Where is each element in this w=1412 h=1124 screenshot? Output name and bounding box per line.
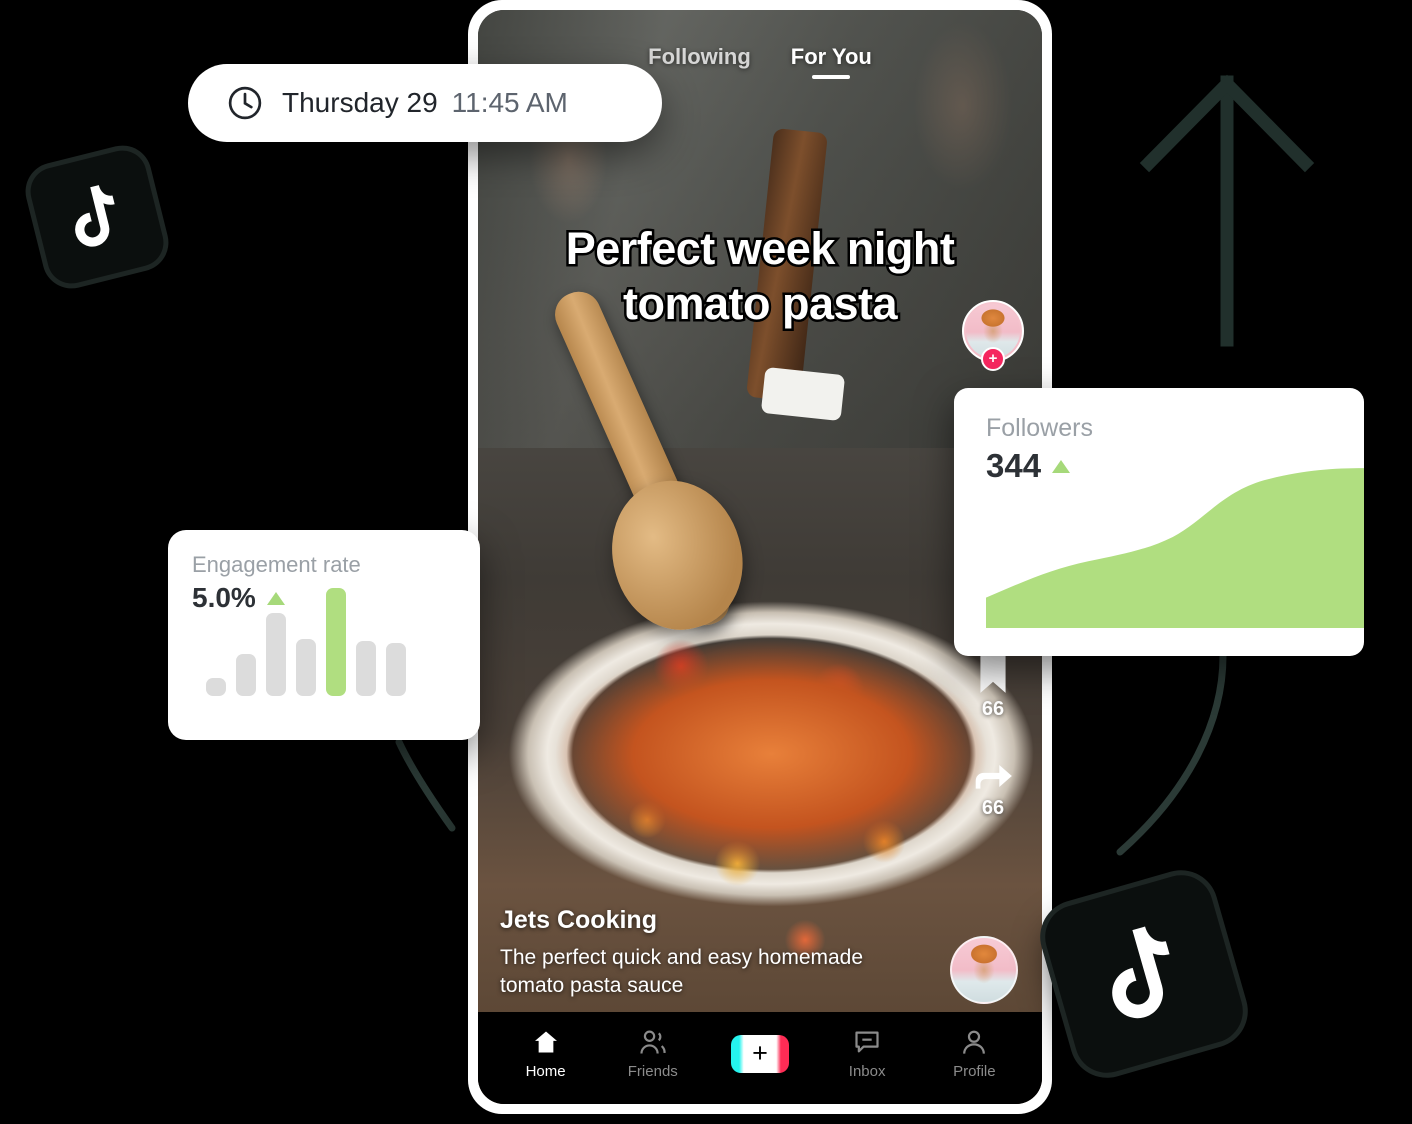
bar-7 (386, 643, 406, 696)
follow-button[interactable]: + (981, 347, 1005, 371)
nav-label-friends: Friends (627, 1063, 678, 1080)
video-caption-block: Jets Cooking The perfect quick and easy … (500, 906, 1018, 1004)
connector-followers-to-badge (1116, 652, 1227, 856)
followers-area-path (986, 468, 1364, 628)
bookmark-icon (980, 653, 1006, 693)
bookmark-action[interactable]: 66 (974, 652, 1012, 721)
bar-2 (236, 653, 256, 696)
creator-avatar[interactable]: + (962, 300, 1024, 371)
home-icon (534, 1031, 557, 1053)
bar-5 (326, 588, 346, 696)
followers-area-svg (986, 468, 1364, 628)
engagement-label: Engagement rate (192, 552, 361, 577)
engagement-rate-card: Engagement rate 5.0% (168, 530, 480, 740)
video-description: The perfect quick and easy homemade toma… (500, 946, 864, 998)
tiktok-logo-small (25, 145, 169, 289)
bookmark-count: 66 (981, 698, 1005, 720)
clock-pill: Thursday 29 11:45 AM (188, 64, 662, 142)
clock-time: 11:45 AM (451, 87, 568, 118)
inbox-icon (855, 1031, 879, 1053)
clock-text: Thursday 29 11:45 AM (282, 87, 568, 119)
pepper-mill-cap (760, 366, 845, 422)
share-arrow-icon (975, 765, 1012, 789)
followers-card: Followers 344 (954, 388, 1364, 656)
clock-date: Thursday 29 (282, 87, 438, 118)
connector-engagement-to-phone (395, 738, 456, 832)
tiktok-icon (75, 185, 115, 247)
nav-item-create[interactable]: + (714, 1035, 806, 1073)
nav-label-home: Home (525, 1063, 566, 1080)
bar-6 (356, 640, 376, 696)
tab-for-you[interactable]: For You (791, 44, 872, 79)
engagement-value: 5.0% (192, 582, 256, 613)
followers-label: Followers (986, 414, 1093, 442)
friends-icon (640, 1030, 666, 1054)
wooden-spoon-bowl (595, 465, 760, 646)
bar-4 (296, 638, 316, 696)
create-plus-icon[interactable]: + (730, 1035, 789, 1073)
profile-icon (963, 1030, 986, 1054)
plus-glyph: + (752, 1037, 768, 1068)
nav-label-inbox: Inbox (848, 1063, 886, 1080)
video-headline: Perfect week night tomato pasta (563, 221, 957, 332)
up-arrow-icon (1139, 74, 1315, 347)
share-count: 66 (981, 797, 1005, 819)
trend-up-icon (266, 591, 285, 605)
share-action[interactable]: 66 (971, 757, 1015, 820)
creator-username[interactable]: Jets Cooking (500, 906, 922, 935)
bottom-navigation: Home Friends + Inbox Profile (478, 1012, 1042, 1104)
followers-area-chart (986, 456, 1364, 628)
tiktok-icon (1112, 926, 1170, 1019)
tab-following[interactable]: Following (648, 44, 751, 79)
tiktok-logo-large (1037, 867, 1251, 1081)
bar-3 (266, 612, 286, 696)
nav-label-profile: Profile (953, 1063, 996, 1080)
nav-item-home[interactable]: Home (500, 1028, 592, 1080)
nav-item-profile[interactable]: Profile (928, 1028, 1020, 1080)
caption-avatar[interactable] (950, 936, 1018, 1004)
nav-item-inbox[interactable]: Inbox (821, 1028, 913, 1080)
screenshot-root: Following For You Perfect week night tom… (0, 0, 1412, 1124)
bar-1 (206, 677, 226, 696)
nav-item-friends[interactable]: Friends (607, 1028, 699, 1080)
clock-icon (228, 86, 262, 120)
